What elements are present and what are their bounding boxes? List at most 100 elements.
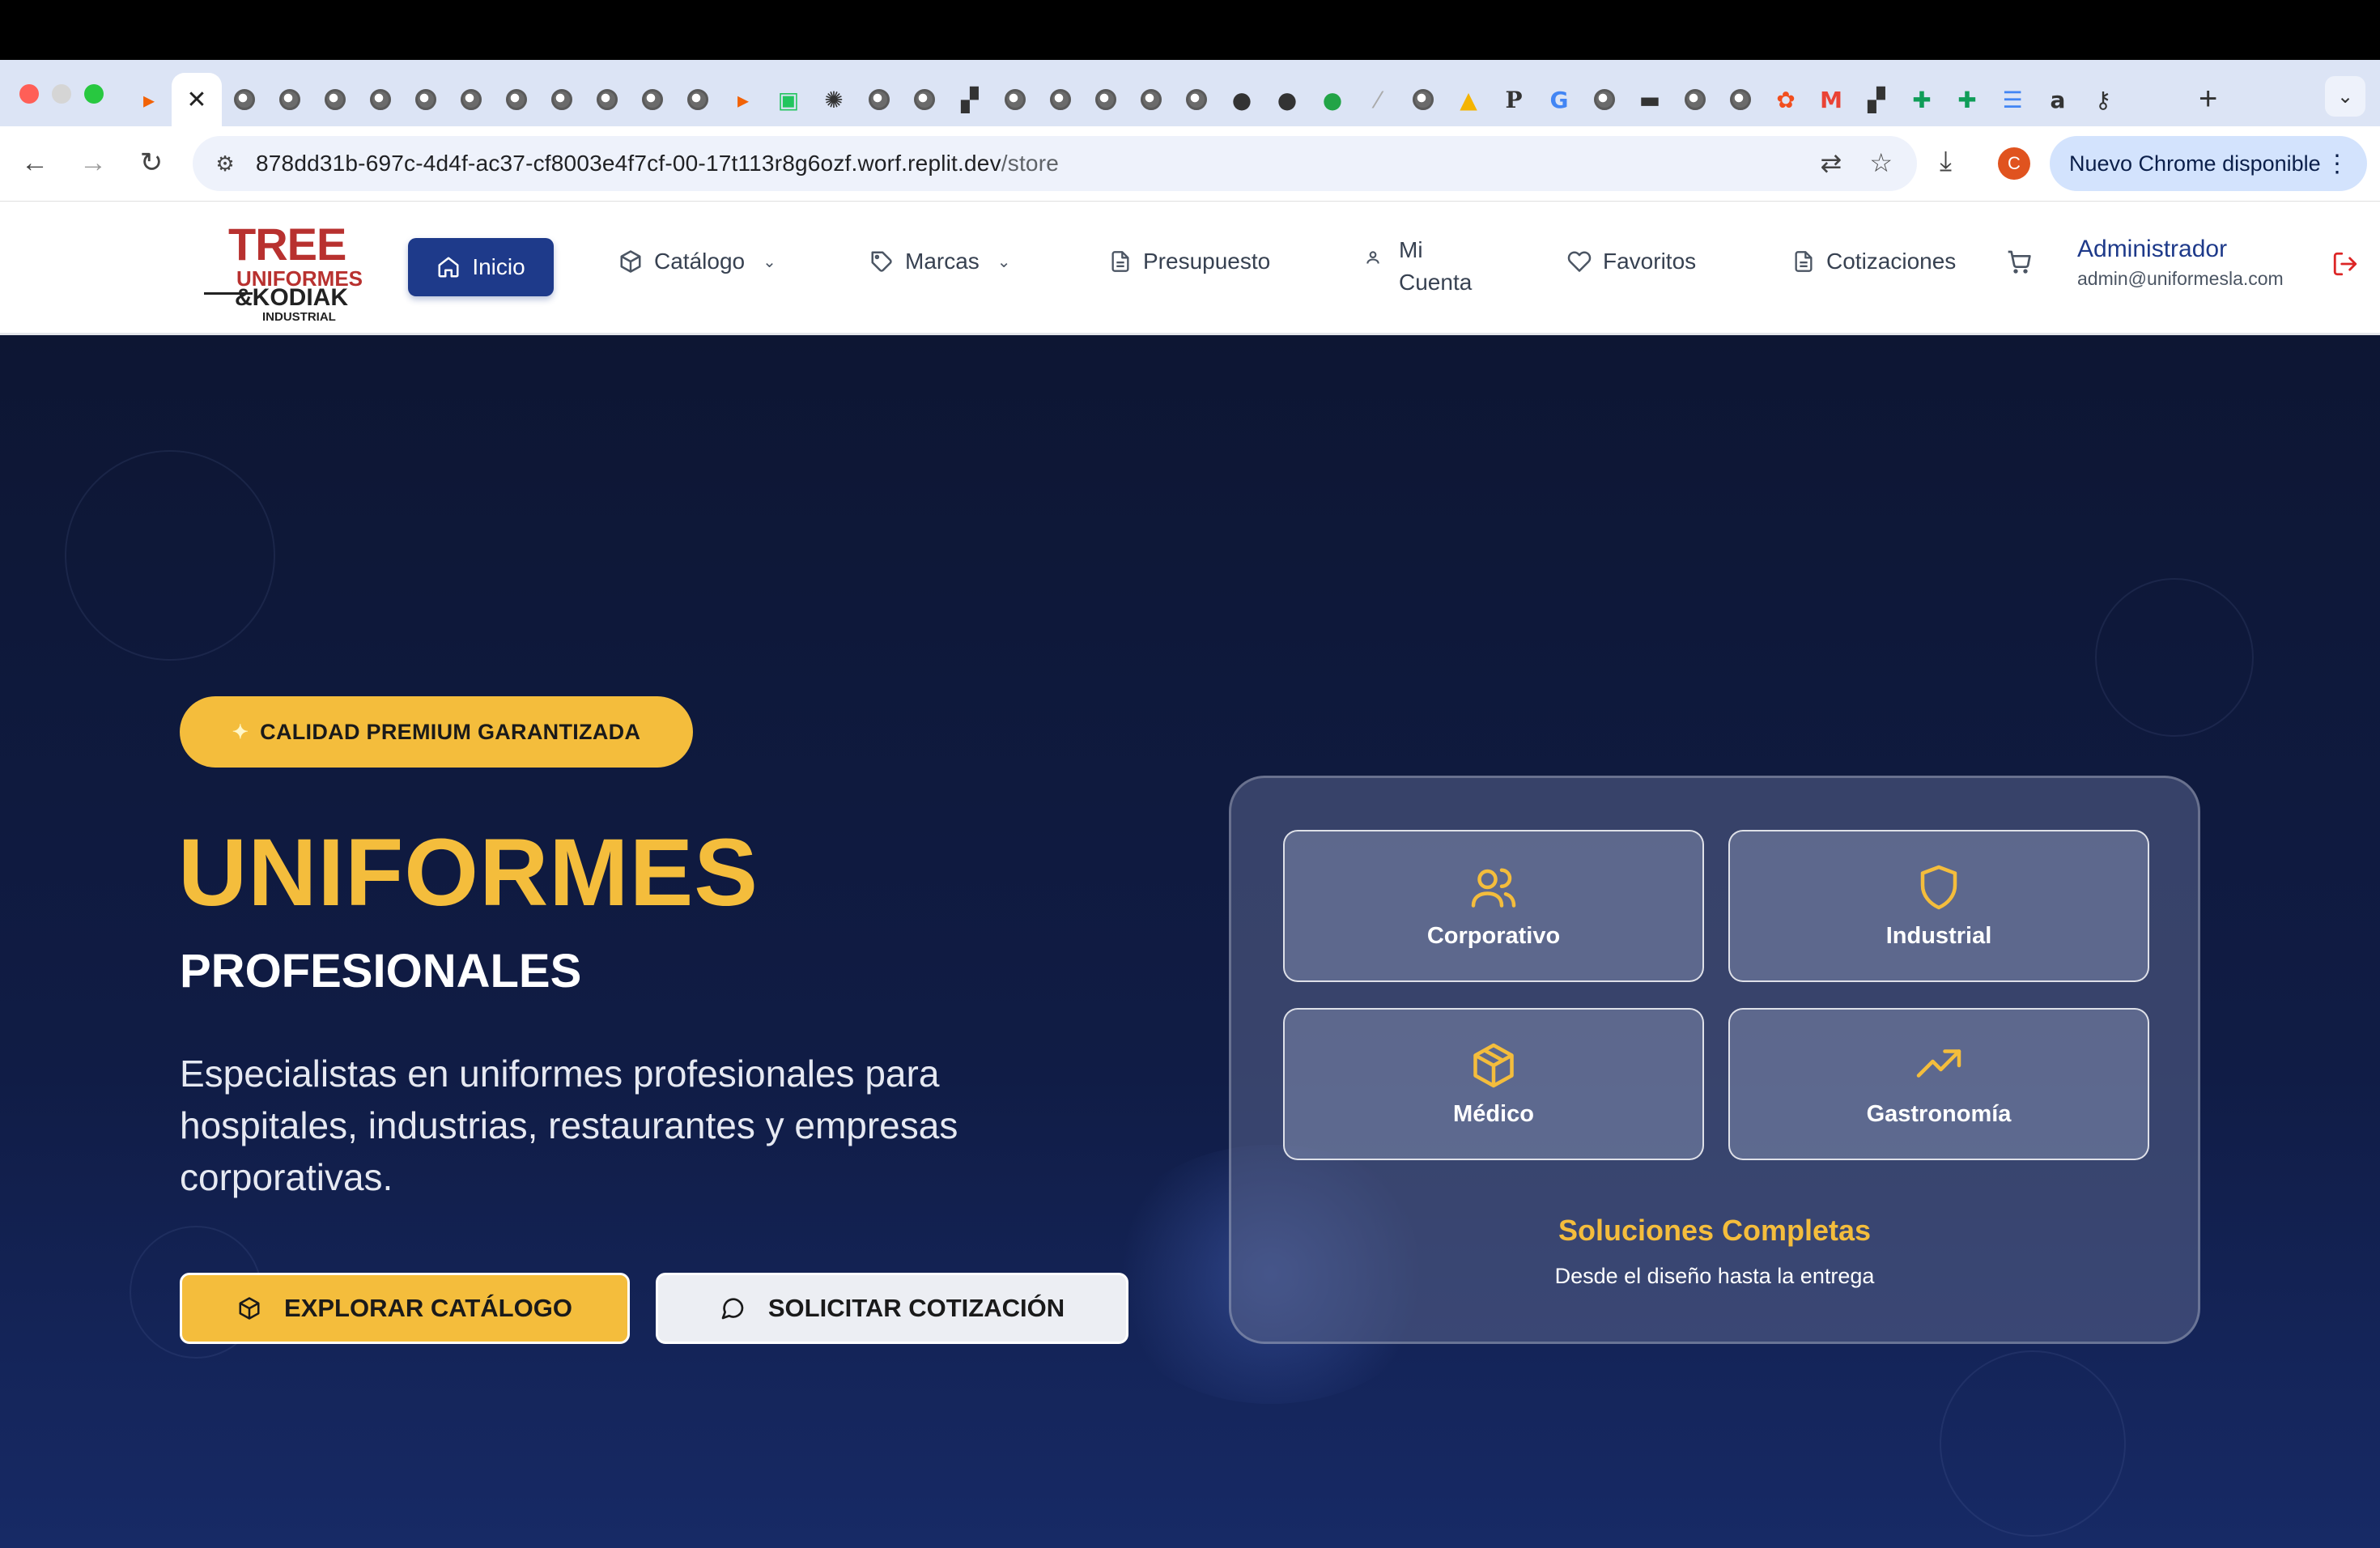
panel-title: Soluciones Completas [1558, 1214, 1872, 1247]
download-icon[interactable]: ⤓ [1940, 146, 1952, 177]
reload-button[interactable]: ↻ [133, 144, 170, 181]
tab-globe[interactable] [1174, 77, 1219, 122]
tab-app[interactable]: ⚷ [2080, 77, 2126, 122]
tab-app[interactable]: ▣ [766, 77, 811, 122]
nav-catalog[interactable]: Catálogo ⌄ [618, 249, 776, 274]
tab-globe[interactable] [1083, 77, 1128, 122]
package-icon [620, 250, 641, 273]
forward-button[interactable]: → [74, 144, 112, 181]
profile-avatar[interactable]: C [1998, 147, 2030, 180]
reload-icon: ↻ [139, 147, 164, 178]
tab-drive[interactable]: ▲ [1446, 77, 1491, 122]
gmail-icon: M [1820, 86, 1842, 113]
tab-globe[interactable] [584, 77, 630, 122]
tab-app[interactable]: ▬ [1627, 77, 1672, 122]
explore-catalog-button[interactable]: EXPLORAR CATÁLOGO [180, 1273, 630, 1344]
globe-icon [1594, 89, 1615, 110]
tab-replit[interactable]: ▸ [720, 77, 766, 122]
globe-icon [597, 89, 618, 110]
site-logo[interactable]: TREE UNIFORMES &KODIAK INDUSTRIAL [204, 218, 363, 324]
figma-icon: ✿ [1776, 86, 1796, 113]
key-icon: ⚷ [2094, 86, 2112, 113]
tab-globe[interactable] [222, 77, 267, 122]
nav-favorites[interactable]: Favoritos [1567, 249, 1696, 274]
tab-globe[interactable] [1128, 77, 1174, 122]
close-window-button[interactable] [19, 84, 39, 104]
maximize-window-button[interactable] [84, 84, 104, 104]
tab-globe[interactable] [992, 77, 1038, 122]
user-info[interactable]: Administrador admin@uniformesla.com [2077, 236, 2284, 290]
globe-icon [1685, 89, 1706, 110]
replit-icon: ▸ [142, 86, 155, 113]
tab-sheets[interactable]: ✚ [1899, 77, 1944, 122]
app-icon: P [1505, 86, 1523, 113]
nav-brands[interactable]: Marcas ⌄ [869, 249, 1011, 274]
tab-globe[interactable] [267, 77, 312, 122]
site-info-icon[interactable]: ⚙ [209, 147, 241, 180]
tab-app[interactable]: ⁄ [1355, 77, 1400, 122]
tab-amazon[interactable]: a [2035, 77, 2080, 122]
back-button[interactable]: ← [16, 144, 53, 181]
tab-google[interactable]: G [1536, 77, 1582, 122]
tab-globe[interactable] [539, 77, 584, 122]
browser-tab-strip: ▸ ✕ ▸ ▣ ✺ ▞ ● ● ● ⁄ ▲ P G ▬ ✿ M ▞ ✚ ✚ ☰ … [0, 60, 2380, 126]
category-card-medical[interactable]: Médico [1283, 1008, 1704, 1160]
tab-globe[interactable] [856, 77, 902, 122]
nav-quotes[interactable]: Cotizaciones [1792, 249, 1956, 274]
tab-search-button[interactable]: ⌄ [2325, 76, 2365, 117]
site-header: TREE UNIFORMES &KODIAK INDUSTRIAL Inicio… [0, 202, 2380, 335]
tab-globe[interactable] [1400, 77, 1446, 122]
tab-gmail[interactable]: M [1808, 77, 1854, 122]
tab-globe[interactable] [358, 77, 403, 122]
nav-budget[interactable]: Presupuesto [1109, 249, 1270, 274]
chevron-down-icon: ⌄ [997, 253, 1011, 271]
logout-icon [2333, 252, 2357, 276]
panel-subtitle: Desde el diseño hasta la entrega [1554, 1264, 1875, 1288]
cart-button[interactable] [2006, 249, 2032, 274]
new-tab-button[interactable]: + [2199, 81, 2217, 117]
amazon-icon: a [2050, 86, 2066, 113]
user-name: Administrador [2077, 236, 2228, 262]
tab-globe[interactable] [403, 77, 448, 122]
bookmark-star-icon[interactable]: ☆ [1869, 147, 1893, 178]
app-icon: ● [1322, 86, 1343, 113]
tab-app[interactable]: ▞ [947, 77, 992, 122]
chrome-update-button[interactable]: Nuevo Chrome disponible ⋮ [2050, 136, 2367, 191]
tab-globe[interactable] [1672, 77, 1718, 122]
more-menu-icon[interactable]: ⋮ [2325, 150, 2349, 178]
tab-github[interactable]: ● [1219, 77, 1264, 122]
tab-globe[interactable] [448, 77, 494, 122]
tab-globe[interactable] [1582, 77, 1627, 122]
tab-globe[interactable] [675, 77, 720, 122]
tab-app[interactable]: ▞ [1854, 77, 1899, 122]
tab-active[interactable]: ✕ [172, 73, 222, 126]
tab-app[interactable]: ● [1310, 77, 1355, 122]
tab-github[interactable]: ● [1264, 77, 1310, 122]
request-quote-button[interactable]: SOLICITAR COTIZACIÓN [656, 1273, 1128, 1344]
address-bar[interactable]: ⚙ 878dd31b-697c-4d4f-ac37-cf8003e4f7cf-0… [193, 136, 1917, 191]
translate-icon[interactable]: ⇄ [1821, 147, 1842, 178]
tab-globe[interactable] [902, 77, 947, 122]
hero-subtitle: PROFESIONALES [180, 945, 582, 997]
tab-app[interactable]: P [1491, 77, 1536, 122]
tab-globe[interactable] [494, 77, 539, 122]
tab-globe[interactable] [1718, 77, 1763, 122]
tab-replit[interactable]: ▸ [126, 77, 172, 122]
tab-openai[interactable]: ✺ [811, 77, 856, 122]
url-text[interactable]: 878dd31b-697c-4d4f-ac37-cf8003e4f7cf-00-… [256, 151, 1059, 176]
tab-globe[interactable] [630, 77, 675, 122]
tab-docs[interactable]: ☰ [1990, 77, 2035, 122]
close-tab-icon[interactable]: ✕ [186, 86, 206, 114]
category-card-industrial[interactable]: Industrial [1728, 830, 2149, 982]
tab-globe[interactable] [312, 77, 358, 122]
tab-sheets[interactable]: ✚ [1944, 77, 1990, 122]
hero-section: ✦ CALIDAD PREMIUM GARANTIZADA UNIFORMES … [0, 335, 2380, 1548]
category-card-corporate[interactable]: Corporativo [1283, 830, 1704, 982]
tab-globe[interactable] [1038, 77, 1083, 122]
category-card-gastronomy[interactable]: Gastronomía [1728, 1008, 2149, 1160]
nav-home-button[interactable]: Inicio [408, 238, 554, 296]
logout-button[interactable] [2331, 250, 2359, 285]
nav-account-label: Mi Cuenta [1399, 237, 1473, 295]
minimize-window-button[interactable] [52, 84, 71, 104]
tab-figma[interactable]: ✿ [1763, 77, 1808, 122]
